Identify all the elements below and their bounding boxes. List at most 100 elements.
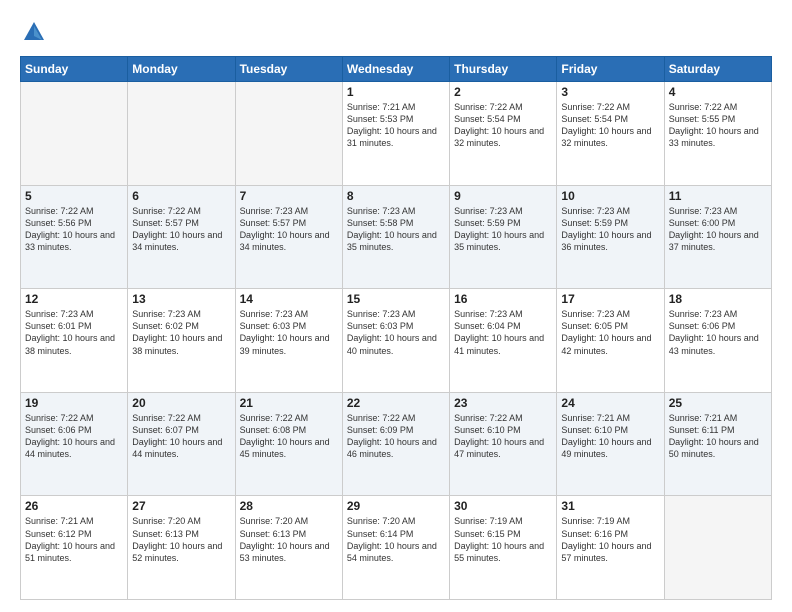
calendar-table: SundayMondayTuesdayWednesdayThursdayFrid… [20,56,772,600]
calendar-day-cell: 15 Sunrise: 7:23 AM Sunset: 6:03 PM Dayli… [342,289,449,393]
day-info: Sunrise: 7:22 AM Sunset: 5:57 PM Dayligh… [132,205,230,254]
calendar-day-cell: 29Sunrise: 7:20 AM Sunset: 6:14 PM Dayli… [342,496,449,600]
day-number: 10 [561,189,659,203]
header [20,18,772,46]
day-number: 25 [669,396,767,410]
day-number: 1 [347,85,445,99]
calendar-day-cell: 24 Sunrise: 7:21 AM Sunset: 6:10 PM Dayli… [557,392,664,496]
calendar-day-cell: 23 Sunrise: 7:22 AM Sunset: 6:10 PM Dayli… [450,392,557,496]
calendar-day-cell: 28 Sunrise: 7:20 AM Sunset: 6:13 PM Dayli… [235,496,342,600]
calendar-week-row: 26Sunrise: 7:21 AM Sunset: 6:12 PM Dayli… [21,496,772,600]
day-number: 14 [240,292,338,306]
day-of-week-header: Monday [128,57,235,82]
calendar-day-cell: 5Sunrise: 7:22 AM Sunset: 5:56 PM Daylig… [21,185,128,289]
day-info: Sunrise: 7:23 AM Sunset: 6:03 PM Dayligh… [240,308,338,357]
day-info: Sunrise: 7:20 AM Sunset: 6:13 PM Dayligh… [132,515,230,564]
day-info: Sunrise: 7:23 AM Sunset: 6:00 PM Dayligh… [669,205,767,254]
day-number: 7 [240,189,338,203]
calendar-day-cell: 18 Sunrise: 7:23 AM Sunset: 6:06 PM Dayli… [664,289,771,393]
calendar-day-cell: 17Sunrise: 7:23 AM Sunset: 6:05 PM Dayli… [557,289,664,393]
day-info: Sunrise: 7:19 AM Sunset: 6:16 PM Dayligh… [561,515,659,564]
day-number: 28 [240,499,338,513]
calendar-header-row: SundayMondayTuesdayWednesdayThursdayFrid… [21,57,772,82]
day-info: Sunrise: 7:23 AM Sunset: 5:58 PM Dayligh… [347,205,445,254]
day-info: Sunrise: 7:23 AM Sunset: 6:03 PM Dayligh… [347,308,445,357]
day-number: 19 [25,396,123,410]
logo [20,18,52,46]
calendar-day-cell: 25 Sunrise: 7:21 AM Sunset: 6:11 PM Dayli… [664,392,771,496]
day-number: 30 [454,499,552,513]
day-of-week-header: Thursday [450,57,557,82]
calendar-day-cell: 22Sunrise: 7:22 AM Sunset: 6:09 PM Dayli… [342,392,449,496]
day-info: Sunrise: 7:22 AM Sunset: 5:54 PM Dayligh… [454,101,552,150]
day-number: 27 [132,499,230,513]
calendar-day-cell: 30 Sunrise: 7:19 AM Sunset: 6:15 PM Dayli… [450,496,557,600]
day-info: Sunrise: 7:22 AM Sunset: 6:09 PM Dayligh… [347,412,445,461]
day-number: 16 [454,292,552,306]
day-info: Sunrise: 7:20 AM Sunset: 6:13 PM Dayligh… [240,515,338,564]
calendar-day-cell: 10 Sunrise: 7:23 AM Sunset: 5:59 PM Dayli… [557,185,664,289]
calendar-day-cell: 11 Sunrise: 7:23 AM Sunset: 6:00 PM Dayli… [664,185,771,289]
day-number: 6 [132,189,230,203]
day-number: 20 [132,396,230,410]
day-number: 4 [669,85,767,99]
calendar-day-cell: 3Sunrise: 7:22 AM Sunset: 5:54 PM Daylig… [557,82,664,186]
day-number: 8 [347,189,445,203]
day-info: Sunrise: 7:23 AM Sunset: 6:01 PM Dayligh… [25,308,123,357]
calendar-day-cell: 31 Sunrise: 7:19 AM Sunset: 6:16 PM Dayli… [557,496,664,600]
calendar-week-row: 1 Sunrise: 7:21 AM Sunset: 5:53 PM Daylig… [21,82,772,186]
day-info: Sunrise: 7:22 AM Sunset: 5:55 PM Dayligh… [669,101,767,150]
calendar-week-row: 19 Sunrise: 7:22 AM Sunset: 6:06 PM Dayli… [21,392,772,496]
day-info: Sunrise: 7:20 AM Sunset: 6:14 PM Dayligh… [347,515,445,564]
page: SundayMondayTuesdayWednesdayThursdayFrid… [0,0,792,612]
calendar-day-cell: 4 Sunrise: 7:22 AM Sunset: 5:55 PM Daylig… [664,82,771,186]
day-number: 31 [561,499,659,513]
day-info: Sunrise: 7:22 AM Sunset: 6:06 PM Dayligh… [25,412,123,461]
calendar-day-cell [21,82,128,186]
calendar-day-cell: 20 Sunrise: 7:22 AM Sunset: 6:07 PM Dayli… [128,392,235,496]
day-info: Sunrise: 7:23 AM Sunset: 5:59 PM Dayligh… [454,205,552,254]
day-number: 13 [132,292,230,306]
day-info: Sunrise: 7:22 AM Sunset: 6:08 PM Dayligh… [240,412,338,461]
calendar-day-cell: 27 Sunrise: 7:20 AM Sunset: 6:13 PM Dayli… [128,496,235,600]
day-info: Sunrise: 7:22 AM Sunset: 6:10 PM Dayligh… [454,412,552,461]
calendar-day-cell: 7 Sunrise: 7:23 AM Sunset: 5:57 PM Daylig… [235,185,342,289]
day-number: 11 [669,189,767,203]
day-number: 2 [454,85,552,99]
day-info: Sunrise: 7:23 AM Sunset: 6:04 PM Dayligh… [454,308,552,357]
calendar-day-cell: 8 Sunrise: 7:23 AM Sunset: 5:58 PM Daylig… [342,185,449,289]
day-number: 23 [454,396,552,410]
day-info: Sunrise: 7:23 AM Sunset: 6:02 PM Dayligh… [132,308,230,357]
day-info: Sunrise: 7:21 AM Sunset: 6:12 PM Dayligh… [25,515,123,564]
calendar-day-cell [664,496,771,600]
calendar-day-cell: 6 Sunrise: 7:22 AM Sunset: 5:57 PM Daylig… [128,185,235,289]
day-info: Sunrise: 7:23 AM Sunset: 5:59 PM Dayligh… [561,205,659,254]
day-info: Sunrise: 7:23 AM Sunset: 5:57 PM Dayligh… [240,205,338,254]
day-number: 17 [561,292,659,306]
calendar-day-cell [128,82,235,186]
calendar-day-cell: 13 Sunrise: 7:23 AM Sunset: 6:02 PM Dayli… [128,289,235,393]
day-of-week-header: Saturday [664,57,771,82]
day-number: 21 [240,396,338,410]
day-info: Sunrise: 7:21 AM Sunset: 6:11 PM Dayligh… [669,412,767,461]
day-number: 15 [347,292,445,306]
day-number: 12 [25,292,123,306]
day-of-week-header: Sunday [21,57,128,82]
day-number: 18 [669,292,767,306]
day-info: Sunrise: 7:22 AM Sunset: 6:07 PM Dayligh… [132,412,230,461]
calendar-day-cell: 19 Sunrise: 7:22 AM Sunset: 6:06 PM Dayli… [21,392,128,496]
day-info: Sunrise: 7:21 AM Sunset: 6:10 PM Dayligh… [561,412,659,461]
calendar-day-cell: 14 Sunrise: 7:23 AM Sunset: 6:03 PM Dayli… [235,289,342,393]
day-number: 3 [561,85,659,99]
day-info: Sunrise: 7:22 AM Sunset: 5:56 PM Dayligh… [25,205,123,254]
calendar-day-cell: 21 Sunrise: 7:22 AM Sunset: 6:08 PM Dayli… [235,392,342,496]
day-number: 24 [561,396,659,410]
calendar-day-cell: 26Sunrise: 7:21 AM Sunset: 6:12 PM Dayli… [21,496,128,600]
calendar-day-cell [235,82,342,186]
calendar-week-row: 12 Sunrise: 7:23 AM Sunset: 6:01 PM Dayli… [21,289,772,393]
day-info: Sunrise: 7:21 AM Sunset: 5:53 PM Dayligh… [347,101,445,150]
day-info: Sunrise: 7:19 AM Sunset: 6:15 PM Dayligh… [454,515,552,564]
day-of-week-header: Wednesday [342,57,449,82]
day-info: Sunrise: 7:23 AM Sunset: 6:06 PM Dayligh… [669,308,767,357]
calendar-day-cell: 1 Sunrise: 7:21 AM Sunset: 5:53 PM Daylig… [342,82,449,186]
